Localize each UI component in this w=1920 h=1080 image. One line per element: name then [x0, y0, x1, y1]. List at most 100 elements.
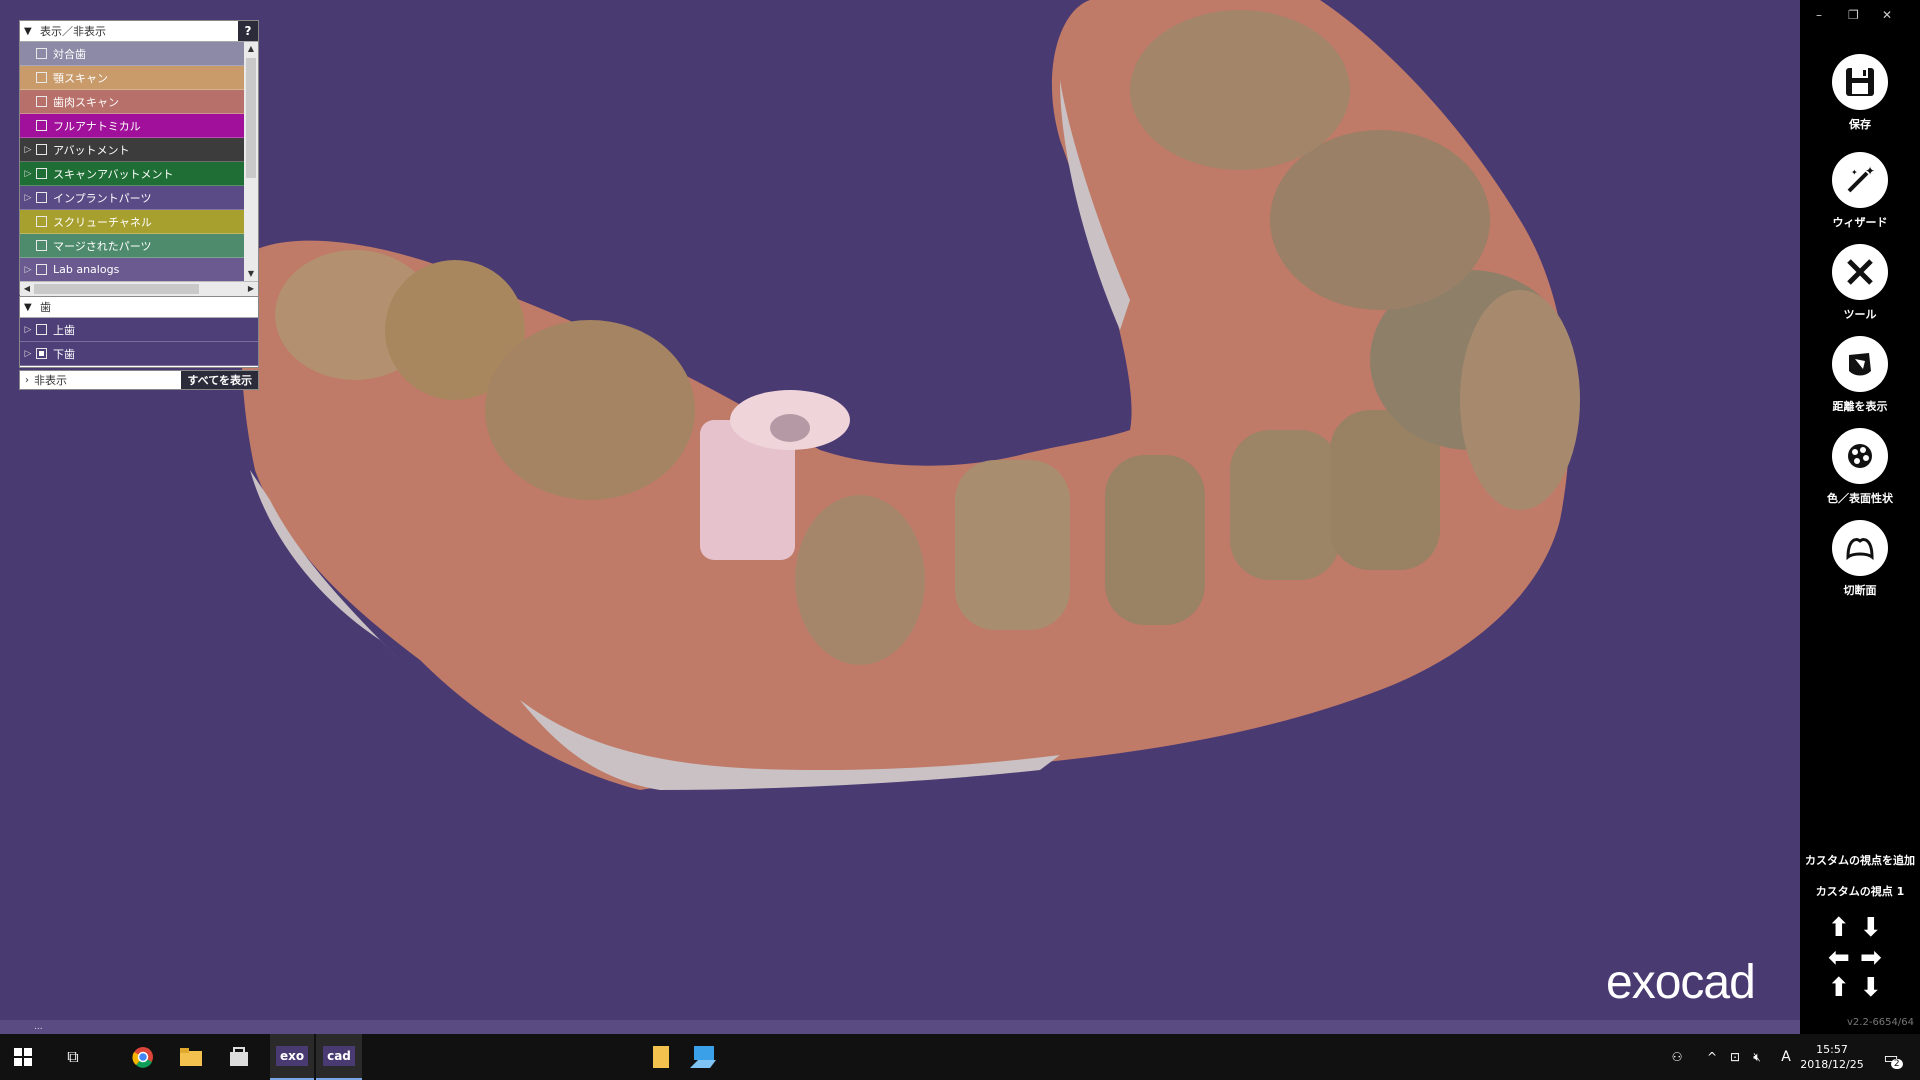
color-texture-button[interactable]: 色／表面性状 — [1800, 428, 1920, 506]
tools-button[interactable]: ツール — [1800, 244, 1920, 322]
view-right-arrow-icon[interactable]: ➡ — [1860, 945, 1882, 971]
minimize-icon[interactable]: – — [1816, 8, 1822, 22]
visibility-item[interactable]: ▷ インプラントパーツ — [20, 186, 244, 210]
visibility-panel-header[interactable]: ▼ 表示／非表示 ? — [20, 21, 258, 42]
windows-start-icon[interactable] — [0, 1034, 46, 1080]
chevron-down-icon[interactable]: ▼ — [24, 26, 36, 37]
visibility-checkbox[interactable] — [36, 48, 47, 59]
show-distance-button[interactable]: 距離を表示 — [1800, 336, 1920, 414]
clipping-plane-icon — [1832, 520, 1888, 576]
close-icon[interactable]: ✕ — [1882, 8, 1892, 22]
tools-icon — [1832, 244, 1888, 300]
help-button[interactable]: ? — [238, 21, 258, 41]
teeth-panel: ▼ 歯 ▷ 上歯 ▷ 下歯 — [19, 296, 259, 368]
remote-desktop-icon[interactable] — [680, 1034, 726, 1080]
view-bottom-arrow-icon[interactable]: ⬇ — [1860, 975, 1882, 1001]
save-button[interactable]: 保存 — [1800, 54, 1920, 132]
clock-time: 15:57 — [1816, 1043, 1848, 1056]
windows-taskbar: ⧉ exo cad ⚇ ^ ⊡ 🔇︎ A 15:57 2018/12/25 ▭ 2 — [0, 1034, 1920, 1080]
visibility-item[interactable]: 歯肉スキャン — [20, 90, 244, 114]
expand-triangle-icon[interactable]: ▷ — [20, 145, 36, 155]
hidden-objects-bar[interactable]: › 非表示 すべてを表示 — [19, 370, 259, 390]
visibility-checkbox[interactable] — [36, 168, 47, 179]
tray-chevron-up-icon[interactable]: ^ — [1704, 1034, 1720, 1080]
view-top-arrow-icon[interactable]: ⬆ — [1828, 975, 1850, 1001]
taskbar-app-cad[interactable]: cad — [316, 1034, 362, 1080]
view-down-arrow-icon[interactable]: ⬇ — [1860, 915, 1882, 941]
taskbar-app-exo-label: exo — [275, 1046, 309, 1066]
wizard-label: ウィザード — [1832, 216, 1888, 229]
chevron-right-icon[interactable]: › — [20, 375, 34, 386]
visibility-checkbox[interactable] — [36, 240, 47, 251]
notification-center-icon[interactable]: ▭ 2 — [1876, 1034, 1906, 1080]
volume-muted-icon[interactable]: 🔇︎ — [1748, 1034, 1766, 1080]
visibility-checkbox[interactable] — [36, 264, 47, 275]
visibility-item[interactable]: フルアナトミカル — [20, 114, 244, 138]
exocad-logo: exocad — [1606, 956, 1756, 1009]
file-explorer-icon[interactable] — [168, 1034, 214, 1080]
teeth-item-lower[interactable]: ▷ 下歯 — [20, 342, 258, 366]
dental-scan-model[interactable] — [0, 0, 1800, 1020]
expand-triangle-icon[interactable]: ▷ — [20, 193, 36, 203]
expand-triangle-icon[interactable]: ▷ — [20, 265, 36, 275]
show-all-button[interactable]: すべてを表示 — [181, 371, 258, 389]
palette-icon — [1832, 428, 1888, 484]
visibility-item[interactable]: スクリューチャネル — [20, 210, 244, 234]
horizontal-scrollbar-thumb[interactable] — [34, 284, 199, 294]
teeth-item-upper[interactable]: ▷ 上歯 — [20, 318, 258, 342]
right-toolbar: – ❐ ✕ 保存 ✦ ✦ ウィザード ツール 距離を表示 色／表面性状 切断面 … — [1800, 0, 1920, 1034]
clipping-plane-button[interactable]: 切断面 — [1800, 520, 1920, 598]
network-icon[interactable]: ⊡ — [1726, 1034, 1744, 1080]
visibility-list[interactable]: 対合歯顎スキャン歯肉スキャン フルアナトミカル ▷ アバットメント ▷ スキャンアバットメ… — [20, 42, 258, 281]
scrollbar-thumb[interactable] — [246, 58, 256, 178]
add-custom-view-button[interactable]: カスタムの視点を追加 — [1800, 852, 1920, 868]
visibility-checkbox[interactable] — [36, 192, 47, 203]
view-left-arrow-icon[interactable]: ⬅ — [1828, 945, 1850, 971]
scroll-right-icon[interactable]: ▶ — [244, 282, 258, 296]
visibility-item[interactable]: ▷ アバットメント — [20, 138, 244, 162]
view-direction-controls: ⬆ ⬇ ⬅ ➡ ⬆ ⬇ — [1828, 915, 1892, 1005]
upper-teeth-checkbox[interactable] — [36, 324, 47, 335]
visibility-checkbox[interactable] — [36, 216, 47, 227]
visibility-item-label: 顎スキャン — [53, 71, 108, 85]
expand-triangle-icon[interactable]: ▷ — [20, 349, 36, 359]
visibility-item[interactable]: 対合歯 — [20, 42, 244, 66]
visibility-checkbox[interactable] — [36, 96, 47, 107]
taskbar-app-exo[interactable]: exo — [270, 1034, 314, 1080]
teeth-item-label: 上歯 — [53, 323, 75, 337]
visibility-checkbox[interactable] — [36, 72, 47, 83]
ime-indicator[interactable]: A — [1778, 1034, 1794, 1080]
view-up-arrow-icon[interactable]: ⬆ — [1828, 915, 1850, 941]
visibility-item[interactable]: マージされたパーツ — [20, 234, 244, 258]
visibility-item[interactable]: 顎スキャン — [20, 66, 244, 90]
task-view-icon[interactable]: ⧉ — [50, 1034, 96, 1080]
scroll-down-icon[interactable]: ▼ — [244, 267, 258, 281]
visibility-item[interactable]: ▷ Lab analogs — [20, 258, 244, 281]
3d-viewport[interactable] — [0, 0, 1800, 1020]
clock[interactable]: 15:57 2018/12/25 — [1800, 1034, 1864, 1080]
file-icon[interactable] — [638, 1034, 684, 1080]
vertical-scrollbar[interactable]: ▲ ▼ — [244, 42, 258, 281]
chrome-icon[interactable] — [120, 1034, 166, 1080]
visibility-item[interactable]: ▷ スキャンアバットメント — [20, 162, 244, 186]
visibility-checkbox[interactable] — [36, 120, 47, 131]
custom-view-1-button[interactable]: カスタムの視点 1 — [1800, 883, 1920, 899]
store-icon[interactable] — [216, 1034, 262, 1080]
tools-label: ツール — [1843, 308, 1877, 321]
horizontal-scrollbar[interactable]: ◀ ▶ — [20, 281, 258, 296]
expand-triangle-icon[interactable]: ▷ — [20, 325, 36, 335]
teeth-panel-header[interactable]: ▼ 歯 — [20, 297, 258, 318]
scroll-left-icon[interactable]: ◀ — [20, 282, 34, 296]
teeth-item-label: 下歯 — [53, 347, 75, 361]
expand-triangle-icon[interactable]: ▷ — [20, 169, 36, 179]
restore-icon[interactable]: ❐ — [1848, 8, 1859, 22]
visibility-checkbox[interactable] — [36, 144, 47, 155]
color-texture-label: 色／表面性状 — [1827, 492, 1893, 505]
chevron-down-icon[interactable]: ▼ — [24, 302, 36, 313]
people-icon[interactable]: ⚇ — [1666, 1034, 1688, 1080]
lower-teeth-checkbox[interactable] — [36, 348, 47, 359]
wizard-button[interactable]: ✦ ✦ ウィザード — [1800, 152, 1920, 230]
scroll-up-icon[interactable]: ▲ — [244, 42, 258, 56]
visibility-item-label: スクリューチャネル — [53, 215, 152, 229]
visibility-item-label: アバットメント — [53, 143, 130, 157]
